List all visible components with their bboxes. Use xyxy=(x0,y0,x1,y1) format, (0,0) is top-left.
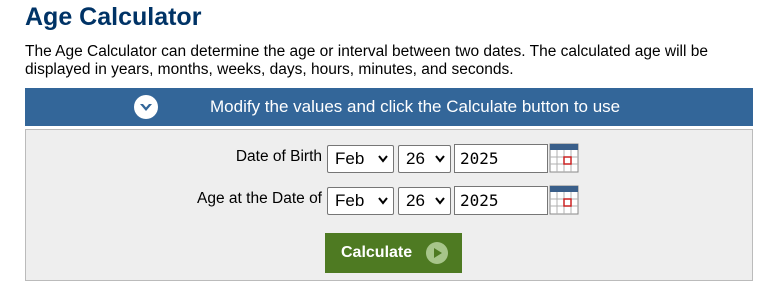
page-description: The Age Calculator can determine the age… xyxy=(25,43,708,78)
chevron-down-icon xyxy=(435,197,445,205)
birth-day-value: 26 xyxy=(406,149,425,168)
calculate-button[interactable]: Calculate xyxy=(325,233,462,273)
play-icon xyxy=(426,242,448,264)
age-at-month-value: Feb xyxy=(335,191,365,210)
chevron-down-circle-icon[interactable] xyxy=(134,95,158,119)
chevron-down-icon xyxy=(378,197,388,205)
age-at-year-input[interactable]: 2025 xyxy=(454,186,548,215)
calculator-form: Date of Birth Feb 26 2025 Age at the Dat… xyxy=(25,129,753,281)
birth-month-value: Feb xyxy=(335,149,365,168)
age-at-day-value: 26 xyxy=(406,191,425,210)
birth-month-select[interactable]: Feb xyxy=(327,145,394,173)
age-at-date-label: Age at the Date of xyxy=(197,190,322,207)
birth-day-select[interactable]: 26 xyxy=(398,145,451,173)
birth-year-input[interactable]: 2025 xyxy=(454,144,548,173)
age-at-month-select[interactable]: Feb xyxy=(327,187,394,215)
calendar-icon[interactable] xyxy=(549,185,579,215)
banner-text: Modify the values and click the Calculat… xyxy=(210,97,621,116)
birth-date-label: Date of Birth xyxy=(235,148,322,165)
instructions-banner[interactable]: Modify the values and click the Calculat… xyxy=(25,88,753,126)
age-at-day-select[interactable]: 26 xyxy=(398,187,451,215)
calendar-icon[interactable] xyxy=(549,143,579,173)
chevron-down-icon xyxy=(378,155,388,163)
page-title: Age Calculator xyxy=(25,3,202,31)
chevron-down-icon xyxy=(435,155,445,163)
calculate-button-label: Calculate xyxy=(341,244,413,261)
